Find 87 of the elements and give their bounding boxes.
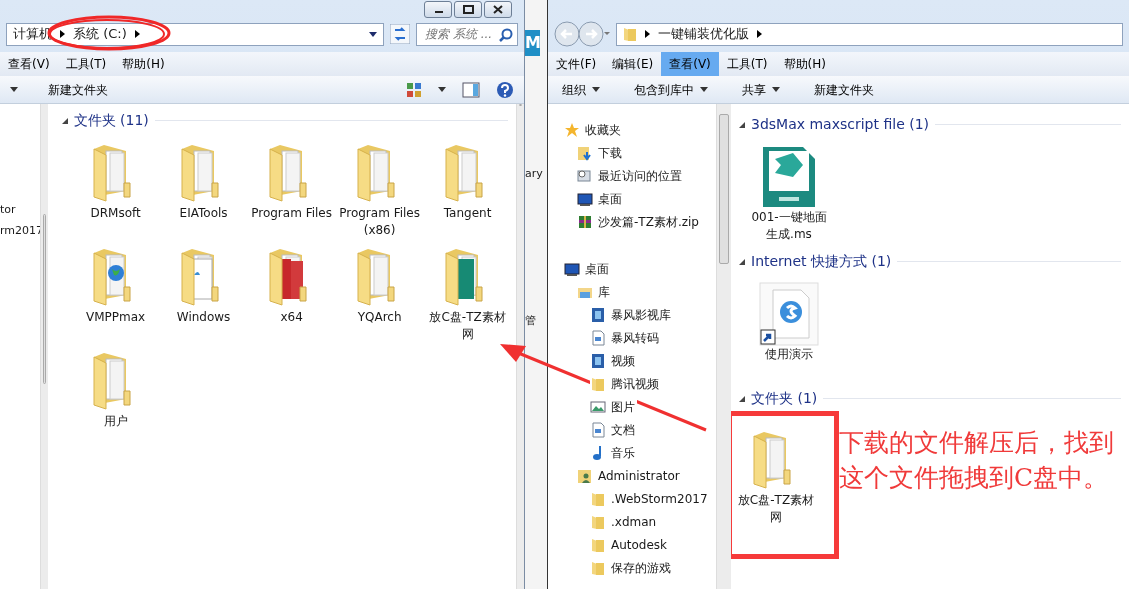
caret-icon[interactable] [369, 31, 377, 37]
collapse-icon[interactable] [739, 121, 745, 128]
close-icon [492, 5, 504, 14]
caret-icon [592, 87, 600, 92]
toolbar-button[interactable]: 组织 [558, 78, 604, 101]
download-folder-icon [577, 144, 593, 161]
menu-item[interactable]: 查看(V) [0, 52, 58, 76]
caret-icon[interactable] [438, 87, 446, 92]
maximize-button[interactable] [454, 1, 482, 18]
file-name: EIATools [178, 205, 229, 222]
group-header[interactable]: 文件夹 (11) [73, 110, 149, 131]
chevron-icon [134, 30, 140, 38]
folder-icon [590, 536, 606, 553]
menu-item[interactable]: 帮助(H) [775, 52, 834, 76]
menu-item[interactable]: 编辑(E) [604, 52, 662, 76]
folder-icon [590, 513, 606, 530]
window-text: ary [525, 166, 543, 182]
chevron-icon [60, 30, 65, 38]
back-forward-icon[interactable] [554, 21, 610, 47]
document-icon [590, 329, 606, 346]
shortcut-file-icon [759, 282, 819, 346]
scrollbar[interactable] [716, 104, 731, 589]
refresh-icon[interactable] [390, 24, 410, 44]
file-name: 放C盘-TZ素材网 [736, 492, 816, 526]
help-icon[interactable] [496, 80, 514, 99]
folder-icon [623, 26, 637, 42]
picture-icon [590, 398, 606, 415]
nav-item[interactable]: tor [0, 200, 40, 221]
file-name: DRMsoft [89, 205, 142, 222]
script-file-icon [761, 145, 817, 209]
menu-item[interactable]: 帮助(H) [114, 52, 173, 76]
file-name: Tangent [442, 205, 493, 222]
file-name: 放C盘-TZ素材网 [428, 309, 507, 343]
document-icon [590, 421, 606, 438]
archive-icon [577, 213, 593, 230]
group-header[interactable]: 文件夹 (1) [751, 388, 818, 409]
monitor-icon [577, 190, 593, 207]
star-icon [564, 121, 580, 138]
file-name: x64 [279, 309, 304, 326]
film-icon [590, 306, 606, 323]
monitor-icon [564, 260, 580, 277]
scrollbar[interactable] [40, 104, 48, 589]
menu-item[interactable]: 查看(V) [661, 52, 719, 76]
view-options-icon[interactable] [406, 81, 422, 98]
toolbar-button[interactable]: 新建文件夹 [810, 78, 878, 101]
toolbar-button[interactable]: 包含到库中 [630, 78, 712, 101]
window-text: 管 [525, 312, 536, 329]
toolbar-button[interactable]: 新建文件夹 [44, 78, 112, 101]
film-icon [590, 352, 606, 369]
annotation-note: 下载的文件解压后，找到这个文件拖拽到C盘中。 [839, 427, 1115, 494]
file-name: Program Files (x86) [338, 205, 421, 239]
menu-item[interactable]: 工具(T) [718, 52, 776, 76]
user-folder-icon [577, 467, 593, 484]
toolbar-button[interactable]: 共享 [738, 78, 784, 101]
collapse-icon[interactable] [739, 395, 745, 402]
window-text: M [525, 30, 540, 56]
file-name: Windows [175, 309, 232, 326]
file-name: 001-一键地面生成.ms [750, 209, 828, 243]
search-field[interactable]: 搜索 系统 ... [416, 22, 518, 46]
folder-icon [590, 375, 606, 392]
folder-icon [590, 490, 606, 507]
maximize-icon [462, 5, 474, 14]
menu-item[interactable]: 文件(F) [548, 52, 605, 76]
folder-icon [590, 559, 606, 576]
menu-item[interactable]: 工具(T) [57, 52, 115, 76]
chevron-icon [645, 30, 650, 38]
file-name: 使用演示 [764, 346, 814, 363]
scrollbar[interactable] [516, 104, 524, 589]
close-button[interactable] [484, 1, 512, 18]
file-name: YQArch [356, 309, 403, 326]
breadcrumb[interactable]: 一键铺装优化版 [658, 24, 749, 44]
file-name: 用户 [102, 413, 129, 430]
caret-icon [772, 87, 780, 92]
group-header[interactable]: 3dsMax maxscript file (1) [751, 114, 930, 135]
address-bar[interactable]: 一键铺装优化版 [616, 22, 1123, 46]
chevron-icon [757, 30, 762, 38]
file-name: Program Files [250, 205, 333, 222]
caret-icon[interactable] [10, 87, 18, 92]
collapse-icon[interactable] [739, 258, 745, 265]
collapse-icon[interactable] [61, 117, 68, 124]
file-name: VMPPmax [85, 309, 147, 326]
search-icon [499, 27, 513, 42]
minimize-button[interactable] [424, 1, 452, 18]
recent-places-icon [577, 167, 593, 184]
group-header[interactable]: Internet 快捷方式 (1) [751, 251, 892, 272]
caret-icon [700, 87, 708, 92]
preview-pane-icon[interactable] [462, 81, 480, 98]
